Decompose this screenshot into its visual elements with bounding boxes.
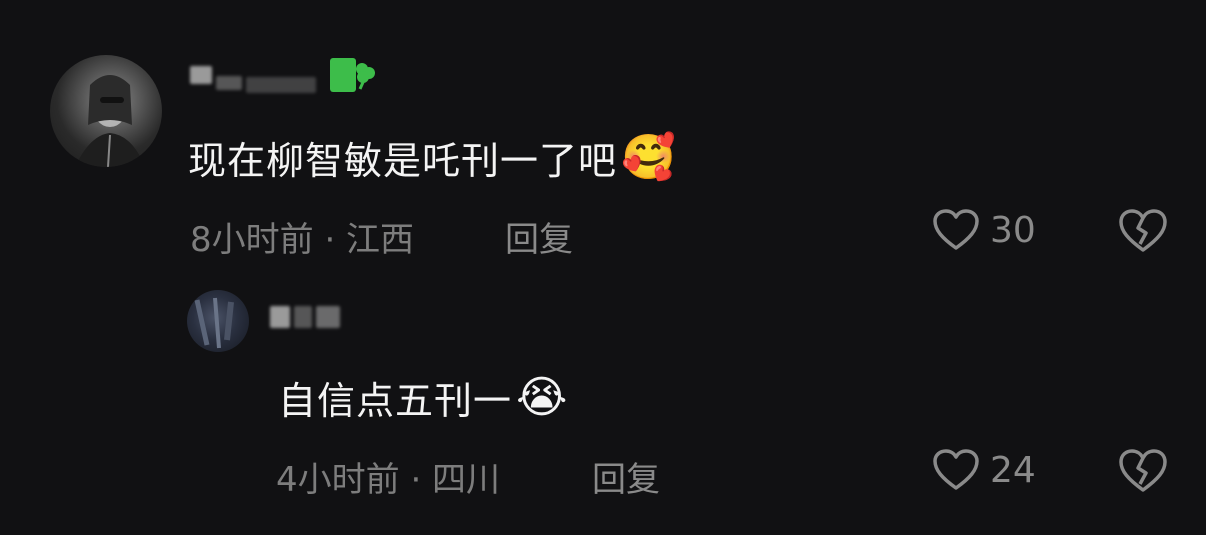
username-blur	[316, 306, 340, 328]
comment-text: 现在柳智敏是吒刊一了吧 🥰	[188, 130, 677, 185]
dislike-button[interactable]	[1118, 208, 1168, 254]
comment-meta: 8小时前 · 江西	[190, 212, 414, 261]
comment-meta: 4小时前 · 四川	[276, 452, 500, 501]
heart-outline-icon	[932, 448, 980, 492]
timestamp-location: 4小时前 · 四川	[276, 460, 501, 500]
like-button[interactable]: 30	[932, 208, 1036, 252]
like-count: 30	[990, 209, 1036, 251]
username-blur	[294, 306, 312, 328]
heart-outline-icon	[932, 208, 980, 252]
comment-text: 自信点五刊一 😭	[278, 370, 568, 425]
smiling-face-with-hearts-icon: 🥰	[621, 131, 677, 183]
comment-body: 自信点五刊一	[278, 379, 513, 423]
broken-heart-icon	[1118, 448, 1168, 494]
username-blur	[246, 77, 316, 93]
clover-icon	[354, 60, 376, 90]
avatar[interactable]	[187, 290, 249, 352]
user-badge-icon	[330, 58, 356, 92]
comment-body: 现在柳智敏是吒刊一了吧	[188, 139, 618, 183]
like-button[interactable]: 24	[932, 448, 1036, 492]
reply-button[interactable]: 回复	[592, 452, 660, 501]
username[interactable]	[190, 57, 376, 93]
dislike-button[interactable]	[1118, 448, 1168, 494]
reply-button[interactable]: 回复	[505, 212, 573, 261]
avatar[interactable]	[50, 55, 162, 167]
timestamp-location: 8小时前 · 江西	[190, 220, 415, 260]
loudly-crying-face-icon: 😭	[516, 371, 569, 423]
username[interactable]	[270, 306, 340, 328]
username-blur	[270, 306, 290, 328]
like-count: 24	[990, 449, 1036, 491]
reply-item: 自信点五刊一 😭 4小时前 · 四川 回复 24	[0, 270, 1206, 535]
comment-item: 现在柳智敏是吒刊一了吧 🥰 8小时前 · 江西 回复 30	[0, 0, 1206, 270]
username-blur	[216, 76, 242, 90]
username-blur	[190, 66, 212, 84]
broken-heart-icon	[1118, 208, 1168, 254]
